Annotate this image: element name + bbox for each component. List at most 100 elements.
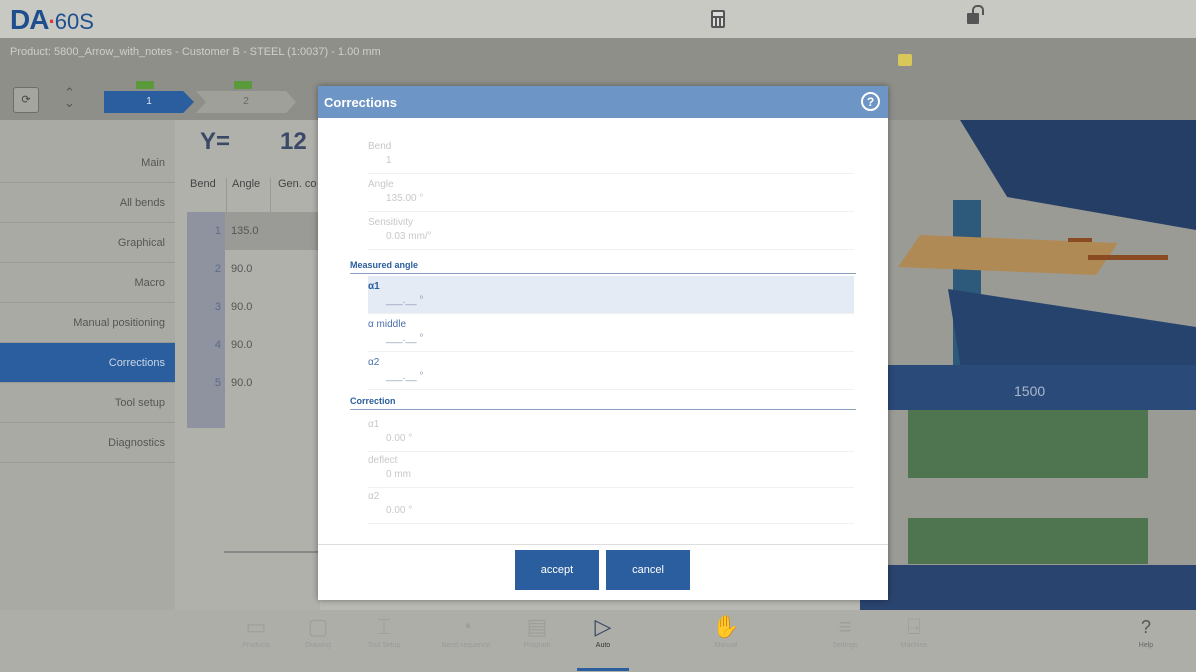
field-label: α1: [368, 419, 380, 430]
sidebar: Main All bends Graphical Macro Manual po…: [0, 120, 175, 610]
field-label: Bend: [368, 141, 392, 152]
bend-angle: 90.0: [231, 263, 253, 275]
bend-sequence-icon: ◔: [459, 614, 473, 639]
sidebar-item-diagnostics[interactable]: Diagnostics: [0, 423, 175, 463]
y-axis-label: Y=: [200, 128, 231, 155]
bend-angle: 90.0: [231, 339, 253, 351]
toolbar-tool-setup[interactable]: ⌶ Tool Setup: [356, 612, 412, 670]
header-bar: DA·60S: [0, 0, 1196, 38]
field-value: 1: [386, 155, 392, 166]
backgauge-finger: [1088, 255, 1168, 260]
table-row[interactable]: 3 90.0: [187, 288, 320, 326]
bend-number: 5: [187, 364, 225, 402]
sidebar-item-main[interactable]: Main: [0, 120, 175, 183]
corrections-dialog: Corrections ? Bend 1 Angle 135.00 ° Sens…: [318, 86, 888, 600]
tool-segment: [908, 410, 1148, 478]
field-value: 135.00 °: [386, 193, 424, 204]
accept-button[interactable]: accept: [515, 550, 599, 590]
note-icon[interactable]: [898, 54, 912, 66]
drawing-icon: ▢: [307, 614, 329, 639]
field-label: Angle: [368, 179, 394, 190]
table-row[interactable]: 2 90.0: [187, 250, 320, 288]
ruler-value: 1500: [1014, 383, 1046, 399]
bend-angle: 135.0: [231, 225, 259, 237]
bend-column-filler: [187, 402, 225, 428]
toolbar-drawing[interactable]: ▢ Drawing: [290, 612, 346, 670]
machine-3d-view[interactable]: [888, 120, 1196, 365]
input-alpha2[interactable]: α2 ___.__ °: [368, 352, 854, 390]
cancel-button[interactable]: cancel: [606, 550, 690, 590]
product-info: Product: 5800_Arrow_with_notes - Custome…: [10, 46, 381, 58]
unlock-icon[interactable]: [967, 5, 984, 24]
lower-beam-view: [860, 565, 1196, 610]
y-axis-value: 12: [280, 128, 307, 155]
logo-brand: DA: [10, 4, 49, 35]
bend-number: 2: [187, 250, 225, 288]
field-angle: Angle 135.00 °: [368, 174, 854, 212]
step-2[interactable]: 2: [196, 91, 296, 113]
machine-icon: ⍈: [907, 614, 921, 639]
toolbar-bend-sequence[interactable]: ◔ Bend sequence: [438, 612, 494, 670]
field-value: 0.03 mm/°: [386, 231, 432, 242]
field-sensitivity: Sensitivity 0.03 mm/°: [368, 212, 854, 250]
play-icon: ▷: [594, 614, 612, 639]
field-value: 0.00 °: [386, 433, 413, 444]
table-row[interactable]: 1 135.0: [187, 212, 320, 250]
bend-number: 4: [187, 326, 225, 364]
field-label: α2: [368, 491, 380, 502]
hand-icon: ✋: [712, 614, 740, 639]
toolbar-settings[interactable]: ≡ Settings: [817, 612, 873, 670]
help-icon: ?: [1140, 617, 1151, 637]
sidebar-item-manual-positioning[interactable]: Manual positioning: [0, 303, 175, 343]
product-bar: Product: 5800_Arrow_with_notes - Custome…: [0, 38, 1196, 80]
dialog-footer-divider: [318, 544, 888, 545]
bend-angle: 90.0: [231, 301, 253, 313]
field-label: α middle: [368, 319, 407, 330]
input-alpha1[interactable]: α1 ___.__ °: [368, 276, 854, 314]
section-correction: Correction: [350, 396, 856, 410]
field-value[interactable]: ___.__ °: [386, 295, 423, 306]
checkmark-icon: [234, 81, 252, 89]
field-label: Sensitivity: [368, 217, 414, 228]
field-value[interactable]: ___.__ °: [386, 371, 423, 382]
field-correction-alpha2: α2 0.00 °: [368, 486, 854, 524]
column-header-bend: Bend: [190, 178, 216, 190]
toolbar-machine[interactable]: ⍈ Machine: [886, 612, 942, 670]
field-label: α2: [368, 357, 380, 368]
field-label: deflect: [368, 455, 398, 466]
column-divider: [226, 178, 227, 212]
table-row[interactable]: 5 90.0: [187, 364, 320, 402]
bend-number: 3: [187, 288, 225, 326]
divider: [224, 551, 320, 553]
dialog-title: Corrections: [324, 95, 397, 110]
table-row[interactable]: 4 90.0: [187, 326, 320, 364]
input-alpha-middle[interactable]: α middle ___.__ °: [368, 314, 854, 352]
sidebar-item-macro[interactable]: Macro: [0, 263, 175, 303]
ruler-band: 1500: [888, 365, 1196, 410]
sidebar-item-graphical[interactable]: Graphical: [0, 223, 175, 263]
field-value: 0 mm: [386, 469, 411, 480]
calculator-icon[interactable]: [711, 10, 725, 28]
checkmark-icon: [136, 81, 154, 89]
backgauge-finger: [1068, 238, 1092, 242]
sidebar-item-tool-setup[interactable]: Tool setup: [0, 383, 175, 423]
toolbar-products[interactable]: ▭ Products: [228, 612, 284, 670]
toolbar-auto[interactable]: ▷ Auto: [575, 612, 631, 670]
help-icon[interactable]: ?: [861, 92, 880, 111]
field-value[interactable]: ___.__ °: [386, 333, 423, 344]
field-value: 0.00 °: [386, 505, 413, 516]
column-header-gen-corr: Gen. co: [278, 178, 317, 190]
step-1[interactable]: 1: [104, 91, 194, 113]
bend-angle: 90.0: [231, 377, 253, 389]
tool-segment: [908, 518, 1148, 564]
sidebar-item-all-bends[interactable]: All bends: [0, 183, 175, 223]
sidebar-item-corrections[interactable]: Corrections: [0, 343, 175, 383]
toolbar-help[interactable]: ? Help: [1118, 612, 1174, 670]
toolbar-program[interactable]: ▤ Program: [509, 612, 565, 670]
up-down-icon[interactable]: ⌃ ⌄: [64, 86, 75, 109]
toolbar-manual[interactable]: ✋ Manual: [698, 612, 754, 670]
field-correction-deflect: deflect 0 mm: [368, 450, 854, 488]
column-divider: [270, 178, 271, 212]
upper-beam: [960, 120, 1196, 230]
rotate-icon[interactable]: ⟳: [13, 87, 39, 113]
